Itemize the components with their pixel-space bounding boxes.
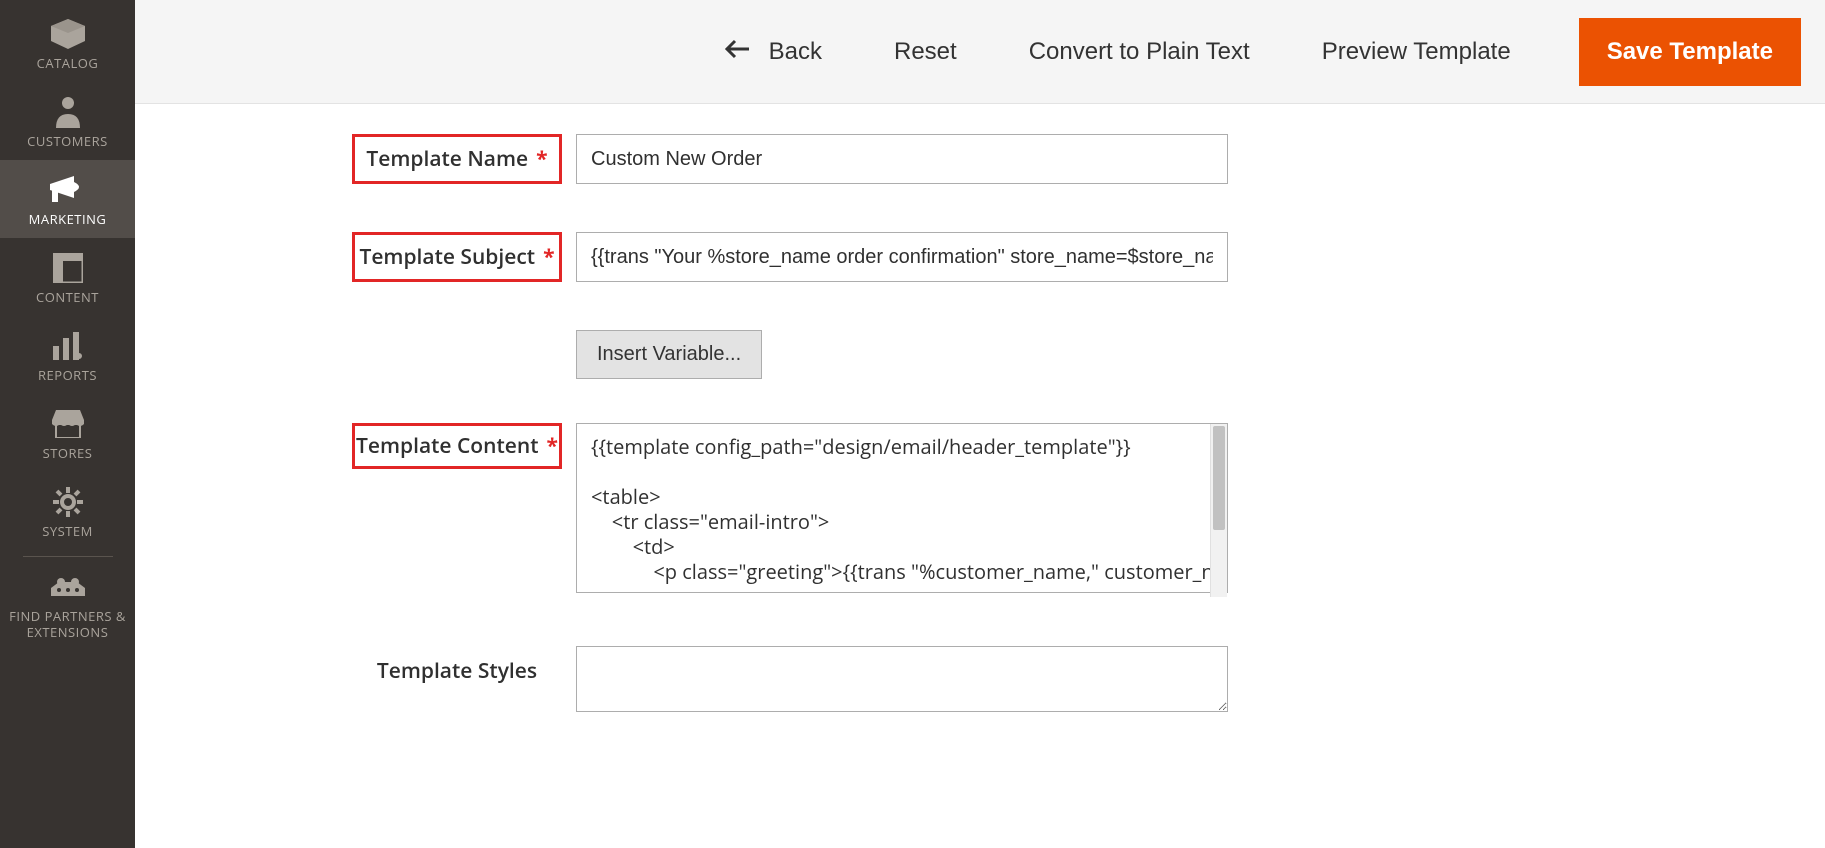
sidebar-item-catalog[interactable]: CATALOG (0, 4, 135, 82)
insert-variable-button[interactable]: Insert Variable... (576, 330, 762, 379)
back-button[interactable]: Back (721, 30, 826, 74)
row-template-name: Template Name * (352, 134, 1765, 184)
sidebar-item-partners[interactable]: FIND PARTNERS & EXTENSIONS (0, 559, 135, 640)
sidebar-item-reports[interactable]: REPORTS (0, 316, 135, 394)
template-name-input[interactable] (576, 134, 1228, 184)
sidebar-separator (23, 556, 113, 557)
save-template-button[interactable]: Save Template (1579, 18, 1801, 86)
sidebar-label: FIND PARTNERS & EXTENSIONS (0, 609, 135, 640)
label-template-styles: Template Styles (352, 646, 562, 696)
sidebar-label: REPORTS (0, 366, 135, 384)
sidebar-label: SYSTEM (0, 522, 135, 540)
preview-template-button[interactable]: Preview Template (1318, 30, 1515, 74)
sidebar-label: CATALOG (0, 54, 135, 72)
sidebar-label: STORES (0, 444, 135, 462)
row-template-content: Template Content * (352, 423, 1765, 598)
back-arrow-icon (725, 38, 751, 66)
sidebar-item-content[interactable]: CONTENT (0, 238, 135, 316)
stores-icon (0, 406, 135, 442)
sidebar-label: CUSTOMERS (0, 132, 135, 150)
convert-button-label: Convert to Plain Text (1029, 38, 1250, 66)
row-insert-variable: Insert Variable... (352, 330, 1765, 379)
sidebar-item-system[interactable]: SYSTEM (0, 472, 135, 550)
row-template-subject: Template Subject * (352, 232, 1765, 282)
template-styles-textarea[interactable] (576, 646, 1228, 712)
sidebar-label: MARKETING (0, 210, 135, 228)
reports-icon (0, 328, 135, 364)
back-button-label: Back (769, 38, 822, 66)
template-subject-input[interactable] (576, 232, 1228, 282)
catalog-icon (0, 16, 135, 52)
sidebar-label: CONTENT (0, 288, 135, 306)
sidebar-item-stores[interactable]: STORES (0, 394, 135, 472)
label-template-subject: Template Subject * (352, 232, 562, 282)
marketing-icon (0, 172, 135, 208)
convert-plain-text-button[interactable]: Convert to Plain Text (1025, 30, 1254, 74)
preview-button-label: Preview Template (1322, 38, 1511, 66)
content-icon (0, 250, 135, 286)
template-form: Template Name * Template Subject * Inser… (135, 104, 1825, 848)
partners-icon (0, 571, 135, 607)
label-template-name: Template Name * (352, 134, 562, 184)
save-button-label: Save Template (1607, 38, 1773, 65)
required-indicator: * (543, 243, 554, 271)
label-template-content: Template Content * (352, 423, 562, 469)
sidebar-item-marketing[interactable]: MARKETING (0, 160, 135, 238)
scrollbar[interactable] (1210, 424, 1227, 597)
page-actions-toolbar: Back Reset Convert to Plain Text Preview… (135, 0, 1825, 104)
sidebar-item-customers[interactable]: CUSTOMERS (0, 82, 135, 160)
required-indicator: * (547, 432, 558, 460)
reset-button-label: Reset (894, 38, 957, 66)
system-icon (0, 484, 135, 520)
required-indicator: * (536, 145, 547, 173)
template-content-textarea[interactable] (576, 423, 1228, 593)
scrollbar-thumb[interactable] (1213, 426, 1225, 530)
reset-button[interactable]: Reset (890, 30, 961, 74)
customers-icon (0, 94, 135, 130)
admin-sidebar: CATALOG CUSTOMERS MARKETING CONTENT REPO… (0, 0, 135, 848)
row-template-styles: Template Styles (352, 646, 1765, 712)
